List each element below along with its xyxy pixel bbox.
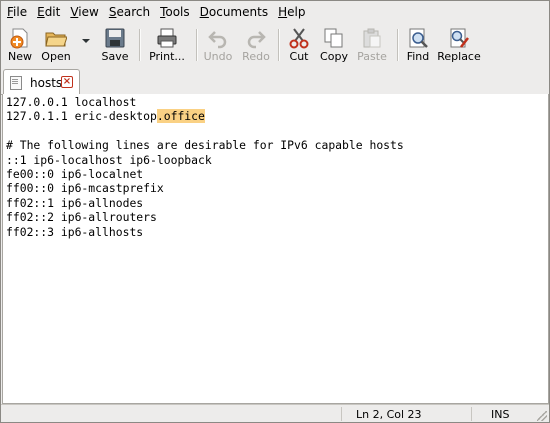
find-replace-icon xyxy=(448,27,470,49)
redo-button[interactable]: Redo xyxy=(241,25,271,65)
line: ff02::1 ip6-allnodes xyxy=(6,195,144,210)
copy-icon xyxy=(323,27,345,49)
statusbar: Ln 2, Col 23 INS xyxy=(1,404,549,423)
status-divider xyxy=(341,407,342,421)
toolbar-separator xyxy=(278,29,280,61)
menu-file[interactable]: File xyxy=(3,1,31,23)
undo-icon xyxy=(207,27,229,49)
open-recent-dropdown-arrow[interactable] xyxy=(82,39,90,43)
open-button[interactable]: Open xyxy=(39,25,73,65)
copy-button[interactable]: Copy xyxy=(318,25,350,65)
line: 127.0.1.1 eric-desktop xyxy=(6,109,157,124)
save-button[interactable]: Save xyxy=(100,25,130,65)
menu-help[interactable]: Help xyxy=(274,1,309,23)
scissors-icon xyxy=(288,27,310,49)
save-floppy-icon xyxy=(104,27,126,49)
editor-window: File Edit View Search Tools Documents He… xyxy=(0,0,550,423)
status-divider xyxy=(471,407,472,421)
printer-icon xyxy=(156,27,178,49)
cursor-position: Ln 2, Col 23 xyxy=(356,408,422,421)
toolbar: New Open Save Print... Undo Redo Cut Cop… xyxy=(1,23,549,67)
menu-documents[interactable]: Documents xyxy=(196,1,272,23)
replace-button[interactable]: Replace xyxy=(436,25,482,65)
line: ff00::0 ip6-mcastprefix xyxy=(6,181,164,196)
line: ff02::3 ip6-allhosts xyxy=(6,224,144,239)
line: 127.0.0.1 localhost xyxy=(6,95,137,109)
undo-button[interactable]: Undo xyxy=(203,25,233,65)
toolbar-separator xyxy=(196,29,198,61)
document-tabbar: hosts × xyxy=(1,68,549,95)
new-document-icon xyxy=(9,27,31,49)
line: ::1 ip6-localhost ip6-loopback xyxy=(6,152,212,167)
toolbar-separator xyxy=(397,29,399,61)
menu-view[interactable]: View xyxy=(66,1,102,23)
find-button[interactable]: Find xyxy=(404,25,432,65)
document-text: 127.0.0.1 localhost 127.0.1.1 eric-deskt… xyxy=(6,95,404,239)
resize-grip-icon[interactable] xyxy=(537,411,547,421)
redo-icon xyxy=(245,27,267,49)
find-magnifier-icon xyxy=(407,27,429,49)
print-button[interactable]: Print... xyxy=(147,25,187,65)
menu-search[interactable]: Search xyxy=(105,1,154,23)
tab-hosts[interactable]: hosts × xyxy=(3,69,80,95)
text-editor-area[interactable]: 127.0.0.1 localhost 127.0.1.1 eric-deskt… xyxy=(2,94,549,404)
insert-mode-indicator: INS xyxy=(491,408,510,421)
close-tab-icon[interactable]: × xyxy=(61,76,73,88)
menu-edit[interactable]: Edit xyxy=(33,1,64,23)
menu-tools[interactable]: Tools xyxy=(156,1,194,23)
new-button[interactable]: New xyxy=(5,25,35,65)
toolbar-separator xyxy=(139,29,141,61)
menubar: File Edit View Search Tools Documents He… xyxy=(1,1,549,23)
line: fe00::0 ip6-localnet xyxy=(6,167,144,182)
cut-button[interactable]: Cut xyxy=(285,25,313,65)
line: # The following lines are desirable for … xyxy=(6,138,404,153)
paste-button[interactable]: Paste xyxy=(355,25,389,65)
clipboard-paste-icon xyxy=(361,27,383,49)
text-file-icon xyxy=(10,75,22,90)
selected-text: .office xyxy=(156,109,205,124)
line: ff02::2 ip6-allrouters xyxy=(6,210,157,225)
folder-open-icon xyxy=(45,27,68,49)
